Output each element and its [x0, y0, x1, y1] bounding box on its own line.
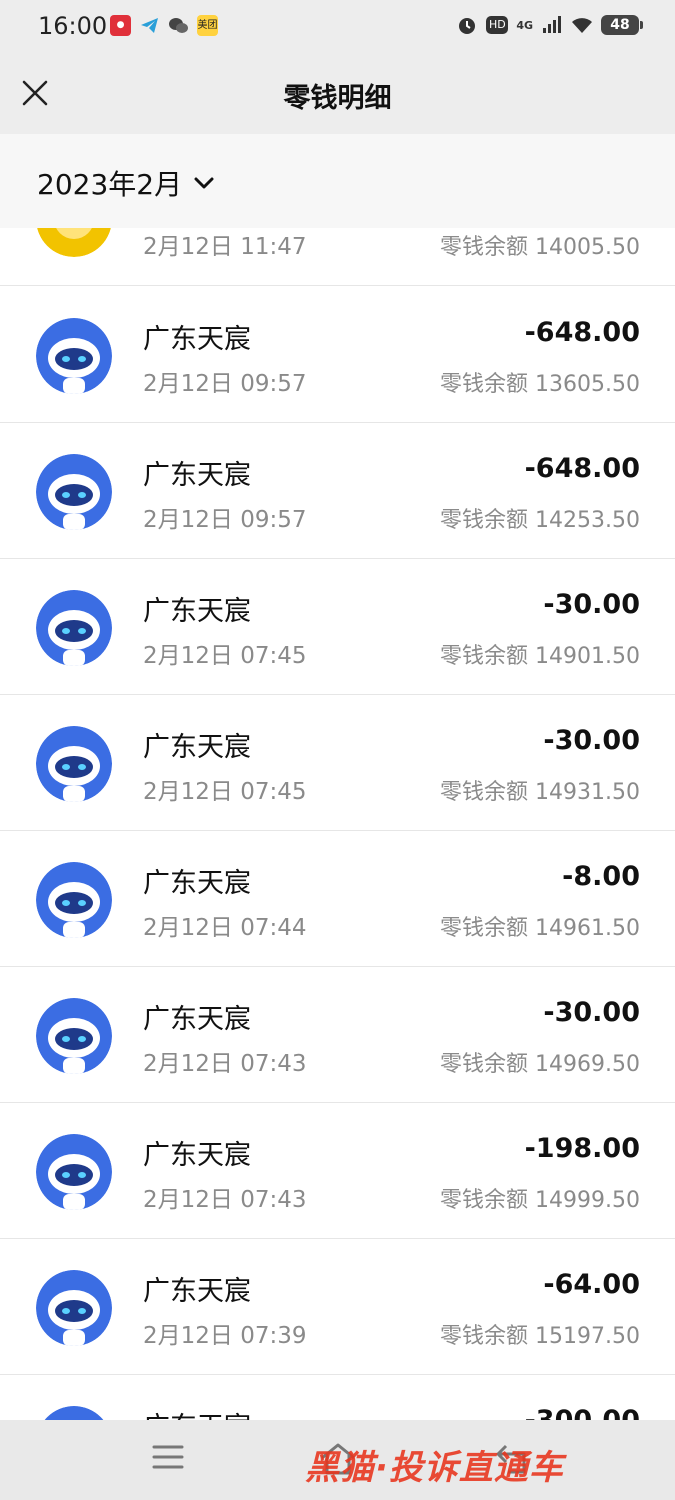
watermark-logo: 黑猫·投诉直通车 [305, 1448, 564, 1488]
robot-avatar-icon [36, 1134, 112, 1210]
menu-button[interactable] [150, 1442, 190, 1478]
transaction-amount: -30.00 [543, 725, 640, 756]
transaction-row[interactable]: 广东天宸 2月12日 07:44 -8.00 零钱余额 14961.50 [0, 831, 675, 967]
transaction-name: 广东天宸 [143, 1140, 251, 1171]
transaction-time: 2月12日 07:45 [143, 643, 307, 669]
transaction-time: 2月12日 07:45 [143, 779, 307, 805]
transaction-row[interactable]: 广东天宸 2月12日 07:43 -30.00 零钱余额 14969.50 [0, 967, 675, 1103]
status-app-icons: ● 美团 [110, 15, 218, 36]
transaction-name: 广东天宸 [143, 868, 251, 899]
robot-avatar-icon [36, 998, 112, 1074]
transaction-row[interactable]: 广东天宸 2月12日 07:43 -198.00 零钱余额 14999.50 [0, 1103, 675, 1239]
nav-bar: 零钱明细 [0, 56, 675, 134]
transaction-row[interactable]: 广东天宸 -300.00 [0, 1375, 675, 1420]
hd-badge: HD [486, 16, 509, 34]
network-label: 4G [516, 18, 533, 32]
gold-coin-icon [36, 228, 112, 257]
transaction-amount: -30.00 [543, 589, 640, 620]
transaction-name: 广东天宸 [143, 732, 251, 763]
transaction-time: 2月12日 07:39 [143, 1323, 307, 1349]
robot-avatar-icon [36, 318, 112, 394]
robot-avatar-icon [36, 1270, 112, 1346]
transaction-time: 2月12日 09:57 [143, 507, 307, 533]
transaction-row[interactable]: 广东天宸 2月12日 07:45 -30.00 零钱余额 14931.50 [0, 695, 675, 831]
transaction-amount: -648.00 [524, 317, 640, 348]
transaction-balance: 零钱余额 14969.50 [440, 1052, 640, 1077]
month-selector[interactable]: 2023年2月 [37, 163, 214, 203]
wifi-icon [571, 14, 593, 36]
transaction-amount: -198.00 [524, 1133, 640, 1164]
transaction-amount: -300.00 [525, 1405, 640, 1420]
battery-icon: 48 [601, 15, 643, 35]
telegram-app-icon [139, 15, 160, 36]
transaction-time: 2月12日 07:43 [143, 1051, 307, 1077]
transaction-balance: 零钱余额 13605.50 [440, 372, 640, 397]
transaction-amount: -8.00 [562, 861, 640, 892]
transaction-balance: 零钱余额 14931.50 [440, 780, 640, 805]
wechat-app-icon [168, 15, 189, 36]
signal-icon [541, 14, 563, 36]
transaction-balance: 零钱余额 14901.50 [440, 644, 640, 669]
transaction-amount: -648.00 [524, 453, 640, 484]
status-bar: 16:00 ● 美团 HD 4G 48 [0, 0, 675, 56]
transaction-row[interactable]: 广东天宸 2月12日 07:39 -64.00 零钱余额 15197.50 [0, 1239, 675, 1375]
chevron-down-icon [194, 177, 214, 189]
transaction-amount: -64.00 [543, 1269, 640, 1300]
status-time: 16:00 [38, 12, 108, 40]
transaction-time: 2月12日 07:43 [143, 1187, 307, 1213]
transaction-balance: 零钱余额 14999.50 [440, 1188, 640, 1213]
transaction-name: 广东天宸 [143, 1004, 251, 1035]
status-right: HD 4G 48 [456, 14, 643, 36]
weibo-app-icon: ● [110, 15, 131, 36]
robot-avatar-icon [36, 726, 112, 802]
transaction-balance: 零钱余额 15197.50 [440, 1324, 640, 1349]
transaction-balance: 零钱余额 14253.50 [440, 508, 640, 533]
transaction-name: 广东天宸 [143, 596, 251, 627]
transaction-name: 广东天宸 [143, 460, 251, 491]
robot-avatar-icon [36, 1406, 112, 1420]
alarm-icon [456, 14, 478, 36]
transaction-list: 2月12日 11:47 零钱余额 14005.50 广东天宸 2月12日 09:… [0, 228, 675, 1420]
robot-avatar-icon [36, 862, 112, 938]
page-title: 零钱明细 [283, 83, 392, 114]
transaction-row[interactable]: 广东天宸 2月12日 09:57 -648.00 零钱余额 13605.50 [0, 287, 675, 423]
transaction-row[interactable]: 广东天宸 2月12日 07:45 -30.00 零钱余额 14901.50 [0, 559, 675, 695]
transaction-time: 2月12日 07:44 [143, 915, 307, 941]
transaction-time: 2月12日 09:57 [143, 371, 307, 397]
transaction-amount: -30.00 [543, 997, 640, 1028]
transaction-row[interactable]: 广东天宸 2月12日 09:57 -648.00 零钱余额 14253.50 [0, 423, 675, 559]
transaction-name: 广东天宸 [143, 1276, 251, 1307]
transaction-name: 广东天宸 [143, 324, 251, 355]
robot-avatar-icon [36, 454, 112, 530]
transaction-balance: 零钱余额 14005.50 [440, 235, 640, 260]
transaction-name: 广东天宸 [143, 1405, 251, 1420]
menu-icon [152, 1445, 184, 1469]
month-filter-bar: 2023年2月 [0, 134, 675, 228]
meituan-app-icon: 美团 [197, 15, 218, 36]
transaction-balance: 零钱余额 14961.50 [440, 916, 640, 941]
transaction-row[interactable]: 2月12日 11:47 零钱余额 14005.50 [0, 228, 675, 286]
robot-avatar-icon [36, 590, 112, 666]
month-label: 2023年2月 [37, 168, 183, 201]
transaction-time: 2月12日 11:47 [143, 234, 307, 260]
